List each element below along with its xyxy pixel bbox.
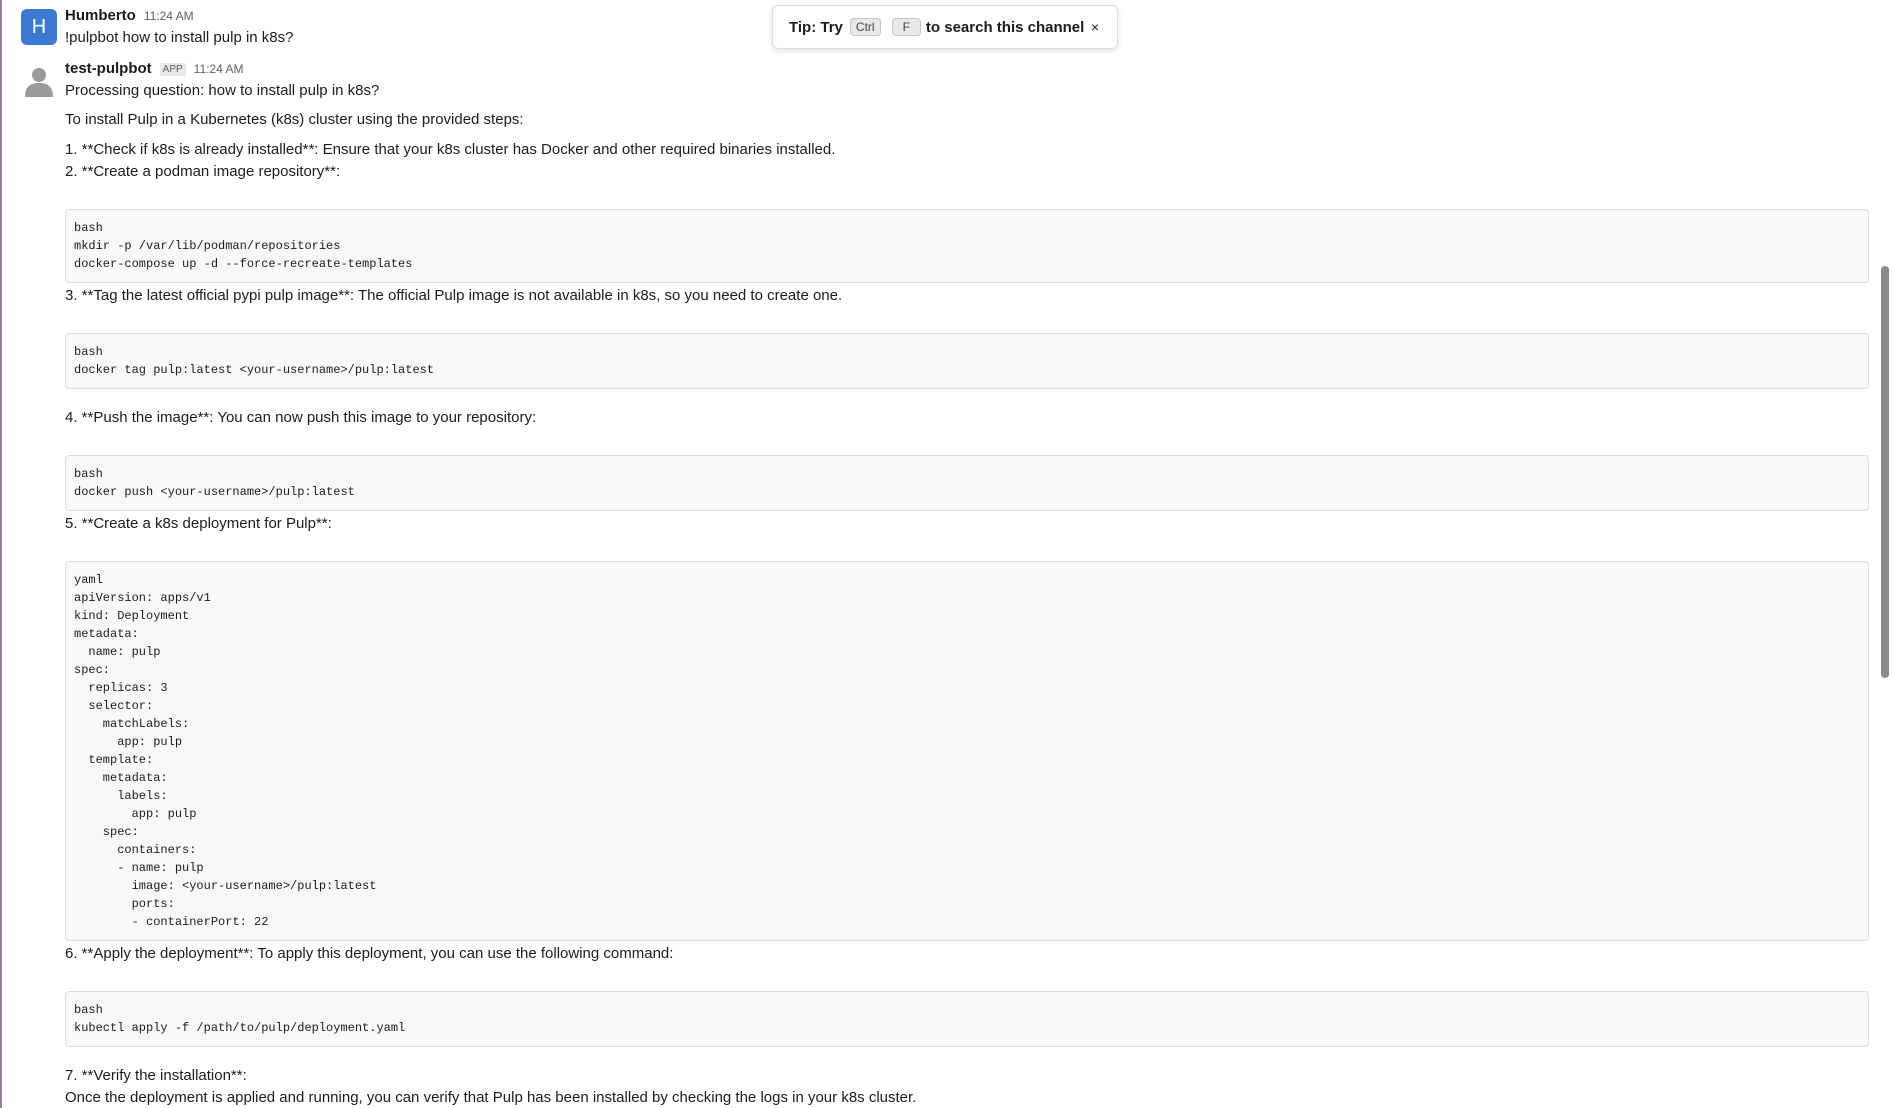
message-text: Processing question: how to install pulp…	[65, 82, 380, 99]
message-timestamp[interactable]: 11:24 AM	[194, 62, 244, 76]
tip-prefix: Tip: Try	[789, 18, 843, 36]
scrollbar-thumb[interactable]	[1881, 266, 1889, 678]
code-block[interactable]: yaml apiVersion: apps/v1 kind: Deploymen…	[65, 561, 1869, 941]
message-text: !pulpbot how to install pulp in k8s?	[65, 29, 294, 46]
message-timestamp[interactable]: 11:24 AM	[144, 9, 194, 23]
ctrl-key-hint: Ctrl	[849, 18, 881, 36]
f-key-hint: F	[891, 18, 921, 36]
message-header: test-pulpbot APP 11:24 AM	[65, 60, 243, 77]
code-block[interactable]: bash mkdir -p /var/lib/podman/repositori…	[65, 209, 1869, 283]
sender-name[interactable]: test-pulpbot	[65, 60, 152, 77]
message-text: To install Pulp in a Kubernetes (k8s) cl…	[65, 111, 524, 128]
message-text: 1. **Check if k8s is already installed**…	[65, 141, 836, 158]
avatar[interactable]: H	[21, 9, 57, 45]
message-text: 7. **Verify the installation**:	[65, 1067, 247, 1084]
search-tip-banner: Tip: Try Ctrl F to search this channel ×	[772, 5, 1118, 49]
slack-channel-view: H Humberto 11:24 AM !pulpbot how to inst…	[0, 0, 1894, 1108]
person-silhouette-icon	[25, 68, 53, 97]
message-text: 5. **Create a k8s deployment for Pulp**:	[65, 515, 332, 532]
message-text: 2. **Create a podman image repository**:	[65, 163, 341, 180]
avatar[interactable]	[21, 62, 57, 98]
code-block[interactable]: bash docker push <your-username>/pulp:la…	[65, 455, 1869, 511]
tip-suffix: to search this channel	[925, 18, 1085, 36]
message-text: 3. **Tag the latest official pypi pulp i…	[65, 287, 843, 304]
scrollbar[interactable]	[1880, 0, 1890, 1108]
app-badge: APP	[159, 63, 186, 76]
message-list: H Humberto 11:24 AM !pulpbot how to inst…	[0, 0, 1876, 1108]
sender-name[interactable]: Humberto	[65, 7, 136, 24]
message-header: Humberto 11:24 AM	[65, 7, 194, 24]
message-text: 6. **Apply the deployment**: To apply th…	[65, 945, 674, 962]
message-text: Once the deployment is applied and runni…	[65, 1089, 917, 1106]
code-block[interactable]: bash docker tag pulp:latest <your-userna…	[65, 333, 1869, 389]
code-block[interactable]: bash kubectl apply -f /path/to/pulp/depl…	[65, 991, 1869, 1047]
message-text: 4. **Push the image**: You can now push …	[65, 409, 537, 426]
close-icon[interactable]: ×	[1085, 19, 1105, 35]
